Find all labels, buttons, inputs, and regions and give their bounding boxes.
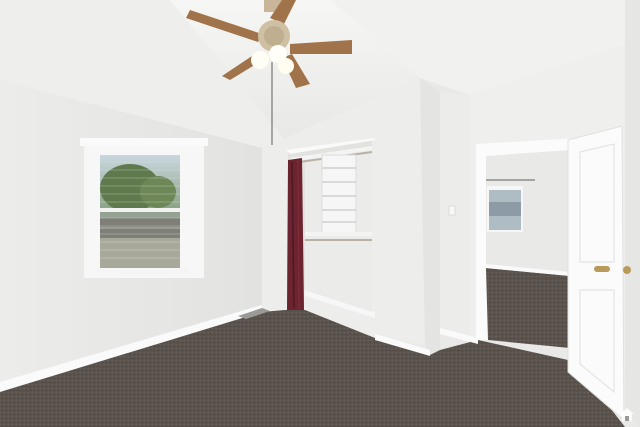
fan-motor-center <box>264 26 284 46</box>
closet-curtain <box>287 158 304 310</box>
door-knob <box>594 266 610 272</box>
far-right-wall <box>625 0 640 427</box>
fan-light-bulb-1 <box>251 51 269 69</box>
next-room-carpet <box>486 268 570 348</box>
window-sash-divider <box>100 208 180 212</box>
next-room-house <box>489 202 521 216</box>
bedroom-photo <box>0 0 640 427</box>
closet-lower-shelf <box>305 232 372 236</box>
middle-wall <box>440 92 470 340</box>
fan-light-bulb-3 <box>278 58 294 74</box>
tree-foliage-2 <box>140 176 176 208</box>
bedroom-scene <box>0 0 640 427</box>
window-sill <box>96 268 188 274</box>
ground <box>100 238 180 269</box>
open-door <box>567 125 625 422</box>
door-stop-knob <box>623 266 631 274</box>
window-trim-top <box>80 138 208 146</box>
light-switch <box>448 205 456 216</box>
